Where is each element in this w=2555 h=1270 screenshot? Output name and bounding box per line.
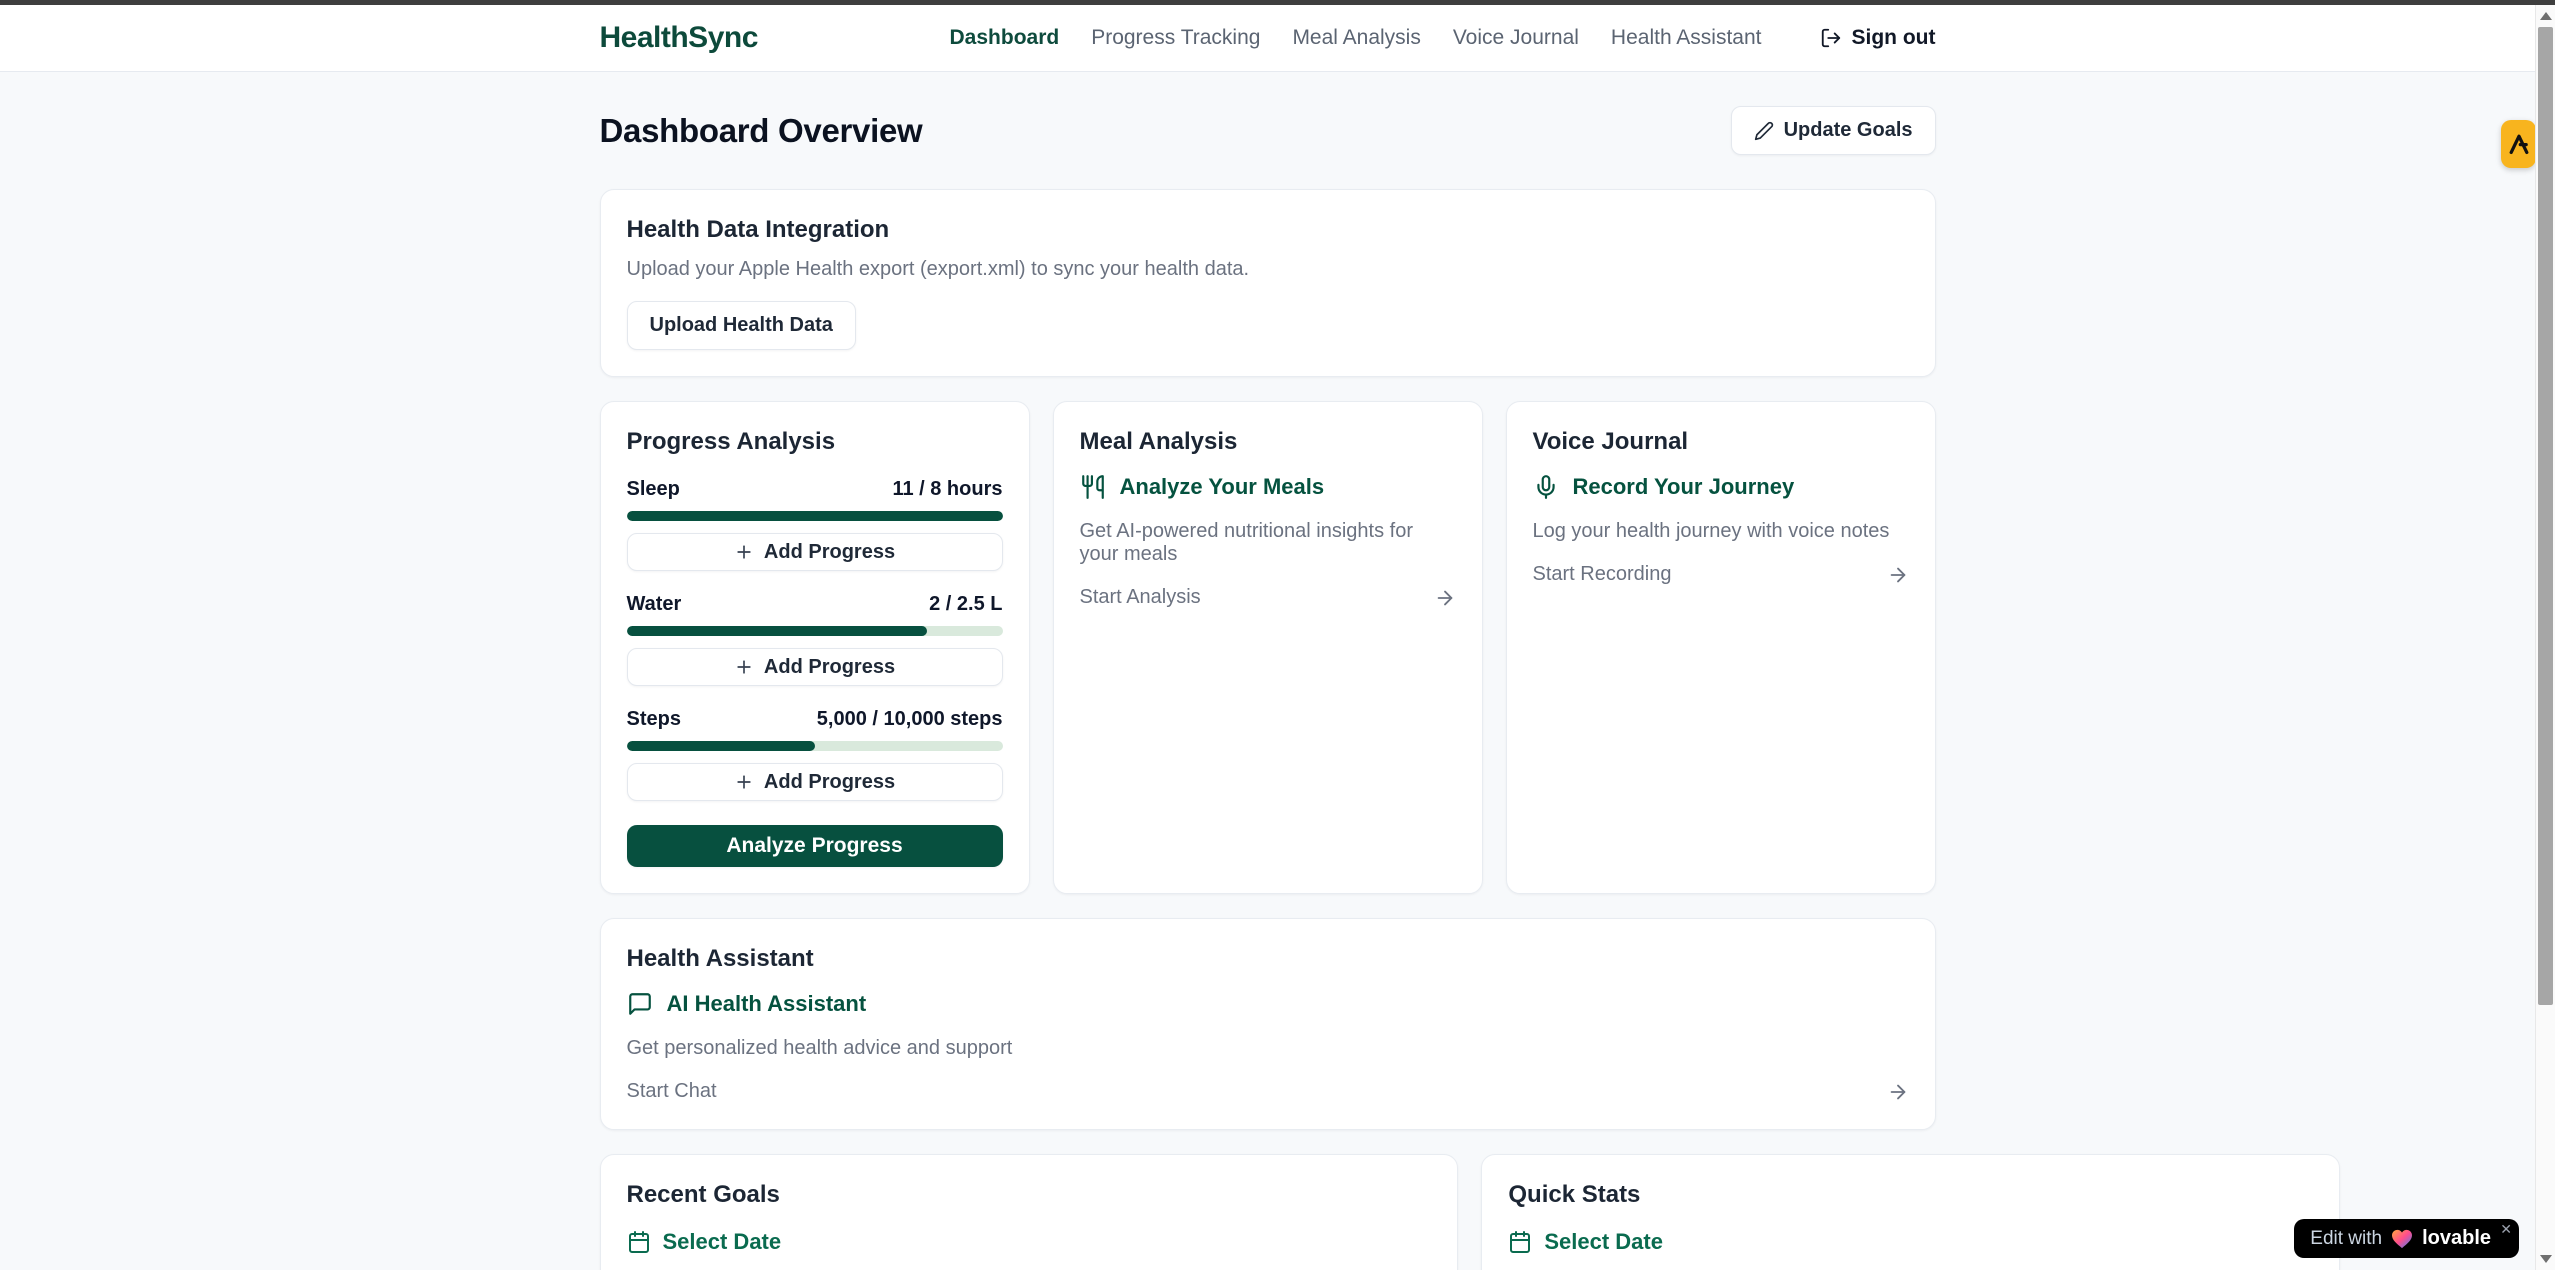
log-out-icon — [1820, 27, 1842, 49]
nav-item-meal-analysis[interactable]: Meal Analysis — [1292, 26, 1420, 50]
metric-steps: Steps 5,000 / 10,000 steps Add Progress — [627, 708, 1003, 801]
progress-analysis-card: Progress Analysis Sleep 11 / 8 hours Add… — [600, 401, 1030, 894]
scrollbar-up-arrow[interactable] — [2540, 12, 2552, 20]
app-logo: HealthSync — [600, 21, 758, 55]
ai-health-assistant-label: AI Health Assistant — [667, 991, 867, 1017]
lovable-side-widget[interactable] — [2501, 120, 2536, 168]
analyze-your-meals-link[interactable]: Analyze Your Meals — [1080, 474, 1456, 500]
add-progress-button[interactable]: Add Progress — [627, 648, 1003, 686]
add-progress-label: Add Progress — [764, 541, 895, 564]
heart-gradient-icon — [2391, 1229, 2413, 1249]
health-data-title: Health Data Integration — [627, 216, 1909, 244]
pencil-icon — [1754, 121, 1774, 141]
select-date-label: Select Date — [1544, 1229, 1663, 1255]
sign-out-label: Sign out — [1852, 26, 1936, 50]
meal-description: Get AI-powered nutritional insights for … — [1080, 520, 1456, 566]
plus-icon — [734, 772, 754, 792]
progress-bar — [627, 741, 1003, 751]
start-chat-label: Start Chat — [627, 1080, 717, 1103]
meal-analysis-title: Meal Analysis — [1080, 428, 1456, 456]
quick-stats-select-date[interactable]: Select Date — [1508, 1229, 2313, 1255]
update-goals-button[interactable]: Update Goals — [1731, 106, 1936, 155]
start-analysis-label: Start Analysis — [1080, 586, 1201, 609]
progress-bar-fill — [627, 626, 928, 636]
nav-item-health-assistant[interactable]: Health Assistant — [1611, 26, 1762, 50]
metric-water: Water 2 / 2.5 L Add Progress — [627, 593, 1003, 686]
calendar-icon — [1508, 1230, 1532, 1254]
metric-sleep: Sleep 11 / 8 hours Add Progress — [627, 478, 1003, 571]
progress-bar-fill — [627, 511, 1003, 521]
scrollbar-thumb[interactable] — [2538, 27, 2553, 1005]
health-data-description: Upload your Apple Health export (export.… — [627, 258, 1909, 281]
sign-out-button[interactable]: Sign out — [1820, 26, 1936, 50]
edit-with-lovable-badge[interactable]: Edit with lovable ✕ — [2294, 1219, 2519, 1258]
arrow-right-icon — [1887, 564, 1909, 586]
chat-bubble-icon — [627, 991, 653, 1017]
utensils-icon — [1080, 474, 1106, 500]
lovable-badge-icon — [2506, 131, 2532, 157]
meal-analysis-card: Meal Analysis Analyze Your Meals Get AI-… — [1053, 401, 1483, 894]
page-title: Dashboard Overview — [600, 112, 923, 150]
lovable-brand-label: lovable — [2422, 1227, 2491, 1250]
add-progress-button[interactable]: Add Progress — [627, 763, 1003, 801]
main-nav: Dashboard Progress Tracking Meal Analysi… — [950, 26, 1936, 50]
start-recording-label: Start Recording — [1533, 563, 1672, 586]
badge-close-icon[interactable]: ✕ — [2500, 1222, 2512, 1236]
edit-with-label: Edit with — [2310, 1228, 2382, 1250]
analyze-your-meals-label: Analyze Your Meals — [1120, 474, 1325, 500]
vertical-scrollbar[interactable] — [2535, 5, 2555, 1270]
app-header: HealthSync Dashboard Progress Tracking M… — [0, 5, 2535, 72]
metric-value: 5,000 / 10,000 steps — [817, 708, 1003, 731]
record-your-journey-label: Record Your Journey — [1573, 474, 1795, 500]
progress-bar — [627, 511, 1003, 521]
metric-value: 2 / 2.5 L — [929, 593, 1002, 616]
progress-bar — [627, 626, 1003, 636]
progress-bar-fill — [627, 741, 815, 751]
voice-journal-title: Voice Journal — [1533, 428, 1909, 456]
plus-icon — [734, 542, 754, 562]
arrow-right-icon — [1434, 587, 1456, 609]
start-chat-row[interactable]: Start Chat — [627, 1080, 1909, 1103]
health-assistant-title: Health Assistant — [627, 945, 1909, 973]
browser-top-strip — [0, 0, 2555, 5]
voice-journal-card: Voice Journal Record Your Journey Log yo… — [1506, 401, 1936, 894]
scrollbar-down-arrow[interactable] — [2540, 1255, 2552, 1263]
quick-stats-card: Quick Stats Select Date Today Yesterday … — [1481, 1154, 2340, 1270]
start-analysis-row[interactable]: Start Analysis — [1080, 586, 1456, 609]
microphone-icon — [1533, 474, 1559, 500]
nav-item-dashboard[interactable]: Dashboard — [950, 26, 1060, 50]
analyze-progress-button[interactable]: Analyze Progress — [627, 825, 1003, 867]
ai-health-assistant-link[interactable]: AI Health Assistant — [627, 991, 1909, 1017]
health-assistant-card: Health Assistant AI Health Assistant Get… — [600, 918, 1936, 1130]
arrow-right-icon — [1887, 1081, 1909, 1103]
plus-icon — [734, 657, 754, 677]
metric-label: Sleep — [627, 478, 680, 501]
select-date-label: Select Date — [663, 1229, 782, 1255]
recent-goals-select-date[interactable]: Select Date — [627, 1229, 1432, 1255]
start-recording-row[interactable]: Start Recording — [1533, 563, 1909, 586]
add-progress-button[interactable]: Add Progress — [627, 533, 1003, 571]
nav-item-voice-journal[interactable]: Voice Journal — [1453, 26, 1579, 50]
recent-goals-title: Recent Goals — [627, 1181, 1432, 1209]
metric-label: Water — [627, 593, 682, 616]
update-goals-label: Update Goals — [1784, 119, 1913, 142]
metric-label: Steps — [627, 708, 681, 731]
nav-item-progress-tracking[interactable]: Progress Tracking — [1091, 26, 1260, 50]
progress-analysis-title: Progress Analysis — [627, 428, 1003, 456]
health-data-integration-card: Health Data Integration Upload your Appl… — [600, 189, 1936, 377]
add-progress-label: Add Progress — [764, 656, 895, 679]
recent-goals-card: Recent Goals Select Date Today Yesterday… — [600, 1154, 1459, 1270]
voice-description: Log your health journey with voice notes — [1533, 520, 1909, 543]
metric-value: 11 / 8 hours — [892, 478, 1002, 501]
assistant-description: Get personalized health advice and suppo… — [627, 1037, 1909, 1060]
record-your-journey-link[interactable]: Record Your Journey — [1533, 474, 1909, 500]
upload-health-data-button[interactable]: Upload Health Data — [627, 301, 856, 350]
quick-stats-title: Quick Stats — [1508, 1181, 2313, 1209]
add-progress-label: Add Progress — [764, 771, 895, 794]
calendar-icon — [627, 1230, 651, 1254]
